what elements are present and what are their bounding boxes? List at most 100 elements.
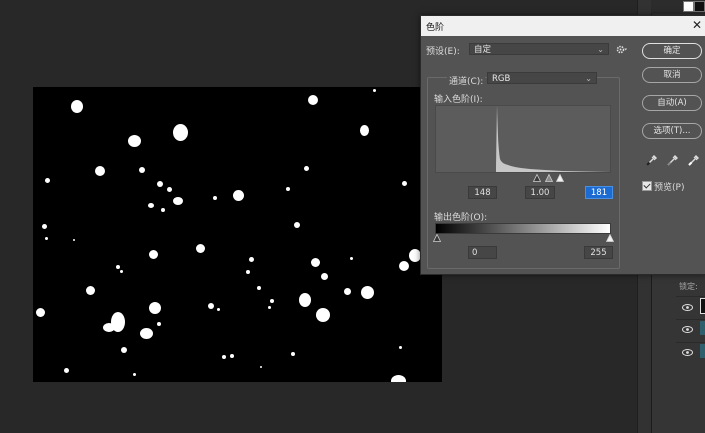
star-dot bbox=[360, 125, 369, 136]
star-dot bbox=[116, 265, 120, 269]
channel-dropdown[interactable]: RGB ⌄ bbox=[487, 72, 597, 84]
star-dot bbox=[391, 375, 406, 382]
eyedropper-gray-icon[interactable] bbox=[666, 153, 680, 167]
histogram-graph bbox=[496, 105, 610, 172]
layer-thumbnail bbox=[700, 321, 705, 335]
star-dot bbox=[399, 346, 402, 349]
star-dot bbox=[45, 178, 50, 183]
histogram-fill bbox=[496, 105, 610, 172]
preset-value: 自定 bbox=[474, 45, 492, 55]
output-white-field[interactable]: 255 bbox=[584, 246, 613, 259]
eyedropper-white-icon[interactable] bbox=[687, 153, 701, 167]
channel-value: RGB bbox=[492, 74, 511, 84]
preset-label: 预设(E): bbox=[426, 47, 460, 57]
channel-label: 通道(C): bbox=[447, 74, 486, 87]
star-dot bbox=[103, 323, 115, 332]
star-dot bbox=[128, 135, 141, 147]
star-dot bbox=[249, 257, 254, 262]
chevron-down-icon: ⌄ bbox=[597, 45, 604, 54]
output-gradient-bar bbox=[435, 223, 611, 234]
star-dot bbox=[36, 308, 45, 317]
star-dot bbox=[213, 196, 217, 200]
star-dot bbox=[308, 95, 318, 105]
dialog-title: 色阶 bbox=[426, 23, 445, 33]
star-dot bbox=[120, 270, 123, 273]
output-white-slider[interactable] bbox=[606, 234, 614, 242]
preset-dropdown[interactable]: 自定 ⌄ bbox=[469, 43, 609, 55]
star-dot bbox=[321, 273, 328, 280]
document-canvas[interactable] bbox=[33, 87, 442, 382]
star-dot bbox=[350, 257, 353, 260]
output-levels-label: 输出色阶(O): bbox=[434, 213, 488, 223]
star-dot bbox=[157, 322, 161, 326]
ok-button[interactable]: 确定 bbox=[642, 43, 702, 59]
layer-thumbnail bbox=[700, 344, 705, 358]
options-button[interactable]: 选项(T)... bbox=[642, 123, 702, 139]
preview-label: 预览(P) bbox=[654, 183, 685, 193]
star-dot bbox=[268, 306, 271, 309]
input-gamma-slider[interactable] bbox=[545, 174, 553, 182]
eye-icon[interactable] bbox=[682, 326, 693, 333]
eye-icon[interactable] bbox=[682, 349, 693, 356]
gear-icon[interactable] bbox=[616, 45, 628, 54]
background-color-swatch[interactable] bbox=[694, 1, 705, 12]
star-dot bbox=[86, 286, 95, 295]
star-dot bbox=[45, 237, 48, 240]
star-dot bbox=[230, 354, 234, 358]
star-dot bbox=[173, 197, 183, 205]
star-dot bbox=[73, 239, 75, 241]
star-dot bbox=[344, 288, 351, 295]
star-dot bbox=[246, 270, 250, 274]
layer-thumbnail bbox=[700, 298, 705, 314]
output-black-slider[interactable] bbox=[433, 234, 441, 242]
close-icon[interactable]: ✕ bbox=[692, 18, 702, 32]
star-dot bbox=[217, 308, 220, 311]
preview-checkbox[interactable] bbox=[642, 181, 652, 191]
star-dot bbox=[157, 181, 163, 187]
star-dot bbox=[133, 373, 136, 376]
eye-icon[interactable] bbox=[682, 304, 693, 311]
star-dot bbox=[286, 187, 290, 191]
lock-label: 锁定: bbox=[679, 282, 698, 291]
star-dot bbox=[173, 124, 188, 141]
star-dot bbox=[196, 244, 205, 253]
star-dot bbox=[149, 250, 158, 259]
input-gamma-field[interactable]: 1.00 bbox=[525, 186, 555, 199]
chevron-down-icon: ⌄ bbox=[585, 74, 592, 83]
star-dot bbox=[208, 303, 214, 309]
star-dot bbox=[140, 328, 153, 339]
input-levels-label: 输入色阶(I): bbox=[434, 95, 483, 105]
star-dot bbox=[167, 187, 172, 192]
star-dot bbox=[161, 208, 165, 212]
cancel-button[interactable]: 取消 bbox=[642, 67, 702, 83]
star-dot bbox=[299, 293, 311, 307]
star-dot bbox=[148, 203, 154, 208]
input-white-field[interactable]: 181 bbox=[585, 186, 613, 199]
star-dot bbox=[399, 261, 409, 271]
input-white-slider[interactable] bbox=[556, 174, 564, 182]
star-dot bbox=[42, 224, 47, 229]
auto-button[interactable]: 自动(A) bbox=[642, 95, 702, 111]
eyedropper-black-icon[interactable] bbox=[645, 153, 659, 167]
star-dot bbox=[260, 366, 262, 368]
star-dot bbox=[316, 308, 330, 322]
histogram bbox=[435, 105, 611, 173]
star-dot bbox=[361, 286, 374, 299]
input-black-slider[interactable] bbox=[533, 174, 541, 182]
star-dot bbox=[304, 166, 309, 171]
star-dot bbox=[373, 89, 376, 92]
star-dot bbox=[121, 347, 127, 353]
input-black-field[interactable]: 148 bbox=[468, 186, 497, 199]
star-dot bbox=[294, 222, 300, 228]
star-dot bbox=[270, 299, 274, 303]
foreground-color-swatch[interactable] bbox=[683, 1, 694, 12]
dialog-titlebar[interactable]: 色阶 ✕ bbox=[421, 16, 705, 36]
star-dot bbox=[233, 190, 244, 201]
star-dot bbox=[64, 368, 69, 373]
star-dot bbox=[291, 352, 295, 356]
star-dot bbox=[311, 258, 320, 267]
star-dot bbox=[257, 286, 261, 290]
star-dot bbox=[139, 167, 145, 173]
star-dot bbox=[149, 302, 161, 314]
output-black-field[interactable]: 0 bbox=[468, 246, 497, 259]
